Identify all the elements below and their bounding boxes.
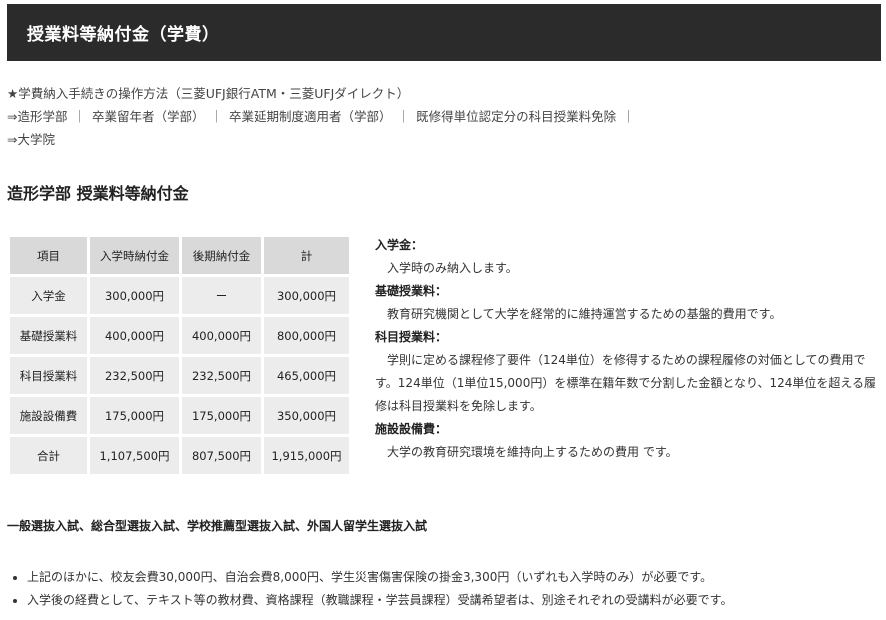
- desc-text-admission-fee: 入学時のみ納入します。: [387, 261, 518, 275]
- table-cell-second-term: 400,000円: [182, 317, 261, 354]
- table-cell-admission: 1,107,500円: [90, 437, 179, 474]
- table-row: 科目授業料 232,500円 232,500円 465,000円: [10, 357, 349, 394]
- table-cell-admission: 175,000円: [90, 397, 179, 434]
- desc-term-facility-fee: 施設設備費：: [375, 422, 448, 436]
- fee-descriptions: 入学金： 入学時のみ納入します。 基礎授業料： 教育研究機関として大学を経常的に…: [375, 234, 881, 464]
- table-cell-item: 合計: [10, 437, 87, 474]
- table-cell-total: 300,000円: [264, 277, 349, 314]
- table-cell-second-term: ー: [182, 277, 261, 314]
- table-cell-total: 1,915,000円: [264, 437, 349, 474]
- payment-procedure-link[interactable]: ★学費納入手続きの操作方法（三菱UFJ銀行ATM・三菱UFJダイレクト）: [7, 86, 409, 101]
- nav-link-graduation-repeaters[interactable]: 卒業留年者（学部）: [92, 109, 205, 124]
- column-header-admission: 入学時納付金: [90, 237, 179, 274]
- nav-link-graduation-deferral[interactable]: 卒業延期制度適用者（学部）: [229, 109, 392, 124]
- nav-separator: ｜: [73, 109, 86, 124]
- desc-term-basic-tuition: 基礎授業料：: [375, 284, 448, 298]
- column-header-second-term: 後期納付金: [182, 237, 261, 274]
- table-row-total: 合計 1,107,500円 807,500円 1,915,000円: [10, 437, 349, 474]
- table-cell-admission: 400,000円: [90, 317, 179, 354]
- nav-link-credit-exemption[interactable]: 既修得単位認定分の科目授業料免除: [416, 109, 616, 124]
- nav-separator: ｜: [622, 109, 635, 124]
- section-title: 造形学部 授業料等納付金: [7, 184, 189, 203]
- table-cell-second-term: 807,500円: [182, 437, 261, 474]
- table-cell-second-term: 232,500円: [182, 357, 261, 394]
- table-cell-admission: 300,000円: [90, 277, 179, 314]
- nav-link-art-faculty[interactable]: ⇒造形学部: [7, 109, 67, 124]
- list-item: 入学後の経費として、テキスト等の教材費、資格課程（教職課程・学芸員課程）受講希望…: [27, 589, 733, 612]
- table-cell-second-term: 175,000円: [182, 397, 261, 434]
- desc-text-facility-fee: 大学の教育研究環境を維持向上するための費用 です。: [387, 445, 678, 459]
- page-header: 授業料等納付金（学費）: [7, 4, 881, 61]
- nav-separator: ｜: [397, 109, 411, 124]
- column-header-total: 計: [264, 237, 349, 274]
- column-header-item: 項目: [10, 237, 87, 274]
- fee-navigation: ★学費納入手続きの操作方法（三菱UFJ銀行ATM・三菱UFJダイレクト） ⇒造形…: [7, 82, 641, 151]
- table-cell-total: 800,000円: [264, 317, 349, 354]
- table-row: 施設設備費 175,000円 175,000円 350,000円: [10, 397, 349, 434]
- desc-text-basic-tuition: 教育研究機関として大学を経常的に維持運営するための基盤的費用です。: [387, 307, 782, 321]
- table-cell-item: 施設設備費: [10, 397, 87, 434]
- table-cell-item: 科目授業料: [10, 357, 87, 394]
- table-cell-total: 465,000円: [264, 357, 349, 394]
- nav-link-graduate-school[interactable]: ⇒大学院: [7, 132, 55, 147]
- fee-table: 項目 入学時納付金 後期納付金 計 入学金 300,000円 ー 300,000…: [7, 234, 352, 477]
- table-header-row: 項目 入学時納付金 後期納付金 計: [10, 237, 349, 274]
- table-cell-admission: 232,500円: [90, 357, 179, 394]
- desc-text-course-tuition: 学則に定める課程修了要件（124単位）を修得するための課程履修の対価としての費用…: [375, 353, 877, 413]
- table-row: 入学金 300,000円 ー 300,000円: [10, 277, 349, 314]
- notes-list: 上記のほかに、校友会費30,000円、自治会費8,000円、学生災害傷害保険の掛…: [7, 566, 733, 612]
- table-cell-item: 入学金: [10, 277, 87, 314]
- table-cell-item: 基礎授業料: [10, 317, 87, 354]
- table-cell-total: 350,000円: [264, 397, 349, 434]
- desc-term-admission-fee: 入学金：: [375, 238, 424, 252]
- table-row: 基礎授業料 400,000円 400,000円 800,000円: [10, 317, 349, 354]
- nav-separator: ｜: [210, 109, 224, 124]
- notes-heading: 一般選抜入試、総合型選抜入試、学校推薦型選抜入試、外国人留学生選抜入試: [7, 519, 428, 533]
- desc-term-course-tuition: 科目授業料：: [375, 330, 448, 344]
- list-item: 上記のほかに、校友会費30,000円、自治会費8,000円、学生災害傷害保険の掛…: [27, 566, 733, 589]
- page-title: 授業料等納付金（学費）: [27, 25, 220, 45]
